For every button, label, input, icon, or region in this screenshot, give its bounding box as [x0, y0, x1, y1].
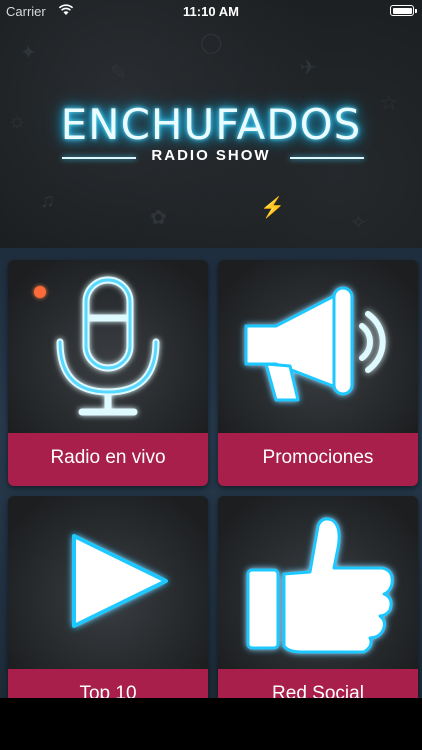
logo-subtitle-row: RADIO SHOW [0, 147, 422, 169]
doodle-icon: ◯ [200, 32, 223, 54]
tile-radio-en-vivo[interactable]: Radio en vivo [8, 260, 208, 486]
play-icon [72, 534, 168, 628]
doodle-icon: ✧ [350, 212, 367, 234]
bottom-bar [0, 698, 422, 750]
tile-promociones[interactable]: Promociones [218, 260, 418, 486]
battery-icon [390, 5, 417, 16]
doodle-icon: ♫ [40, 190, 55, 212]
tile-top-10[interactable]: Top 10 [8, 496, 208, 722]
battery-level [392, 7, 412, 14]
logo-title: ENCHUFADOS [60, 100, 362, 149]
doodle-icon: ⚡ [260, 197, 285, 219]
doodle-icon: ✎ [110, 62, 127, 84]
tile-label: Promociones [218, 433, 418, 486]
doodle-icon: ✦ [20, 42, 37, 64]
header-banner: ✦ ✎ ◯ ✈ ☆ ♫ ✿ ⚡ ✧ ☼ ENCHUFADOS RADIO SHO… [0, 0, 422, 248]
status-bar: Carrier 11:10 AM [0, 0, 422, 22]
logo-subtitle: RADIO SHOW [151, 147, 271, 164]
thumbs-up-icon [246, 517, 394, 654]
menu-grid: Radio en vivo Promociones Top 10 Red Soc… [0, 248, 422, 722]
doodle-icon: ✈ [300, 57, 317, 79]
doodle-icon: ✿ [150, 207, 167, 229]
tile-label: Radio en vivo [8, 433, 208, 486]
megaphone-icon [244, 286, 386, 402]
tile-red-social[interactable]: Red Social [218, 496, 418, 722]
clock: 11:10 AM [183, 4, 239, 19]
microphone-icon [56, 276, 160, 416]
